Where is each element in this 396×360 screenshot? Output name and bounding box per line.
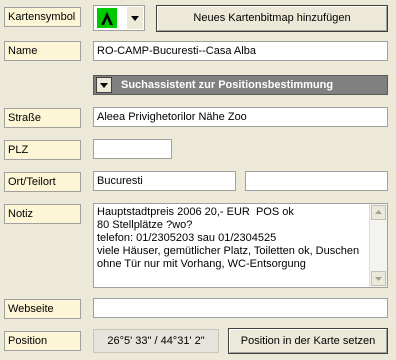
chevron-down-icon	[375, 277, 382, 281]
scroll-down-button[interactable]	[371, 271, 386, 286]
name-label: Name	[4, 41, 81, 61]
symbol-label: Kartensymbol	[4, 7, 81, 27]
website-label: Webseite	[4, 299, 81, 319]
chevron-down-icon	[131, 16, 139, 21]
new-bitmap-button-label: Neues Kartenbitmap hinzufügen	[193, 12, 351, 24]
search-assistant-bar[interactable]: Suchassistent zur Positionsbestimmung	[93, 75, 388, 95]
note-label: Notiz	[4, 204, 81, 224]
city-label: Ort/Teilort	[4, 172, 81, 192]
street-input[interactable]: Aleea Privighetorilor Nähe Zoo	[93, 107, 388, 127]
city-input[interactable]: Bucuresti	[93, 171, 236, 191]
tent-icon	[97, 8, 117, 28]
note-text: Hauptstadtpreis 2006 20,- EUR POS ok 80 …	[97, 206, 360, 270]
location-editor: { "labels": { "symbol": "Kartensymbol", …	[0, 0, 396, 360]
chevron-up-icon	[375, 210, 382, 214]
street-label: Straße	[4, 108, 81, 128]
position-label: Position	[4, 331, 81, 351]
chevron-down-icon	[100, 83, 108, 88]
zip-label: PLZ	[4, 140, 81, 160]
note-scrollbar[interactable]	[369, 204, 387, 287]
scroll-up-button[interactable]	[371, 205, 386, 220]
set-position-button-label: Position in der Karte setzen	[240, 335, 376, 347]
set-position-button[interactable]: Position in der Karte setzen	[228, 328, 388, 354]
zip-input[interactable]	[93, 139, 172, 159]
search-assistant-toggle[interactable]	[96, 77, 112, 93]
note-textarea[interactable]: Hauptstadtpreis 2006 20,- EUR POS ok 80 …	[93, 203, 388, 288]
symbol-select[interactable]	[93, 5, 145, 31]
position-value: 26°5' 33" / 44°31' 2"	[93, 329, 219, 353]
district-input[interactable]	[245, 171, 388, 191]
website-input[interactable]	[93, 298, 388, 318]
name-input[interactable]: RO-CAMP-Bucuresti--Casa Alba	[93, 41, 388, 61]
new-bitmap-button[interactable]: Neues Kartenbitmap hinzufügen	[156, 5, 388, 32]
symbol-dropdown-button[interactable]	[127, 7, 143, 29]
search-assistant-label: Suchassistent zur Positionsbestimmung	[121, 79, 334, 91]
